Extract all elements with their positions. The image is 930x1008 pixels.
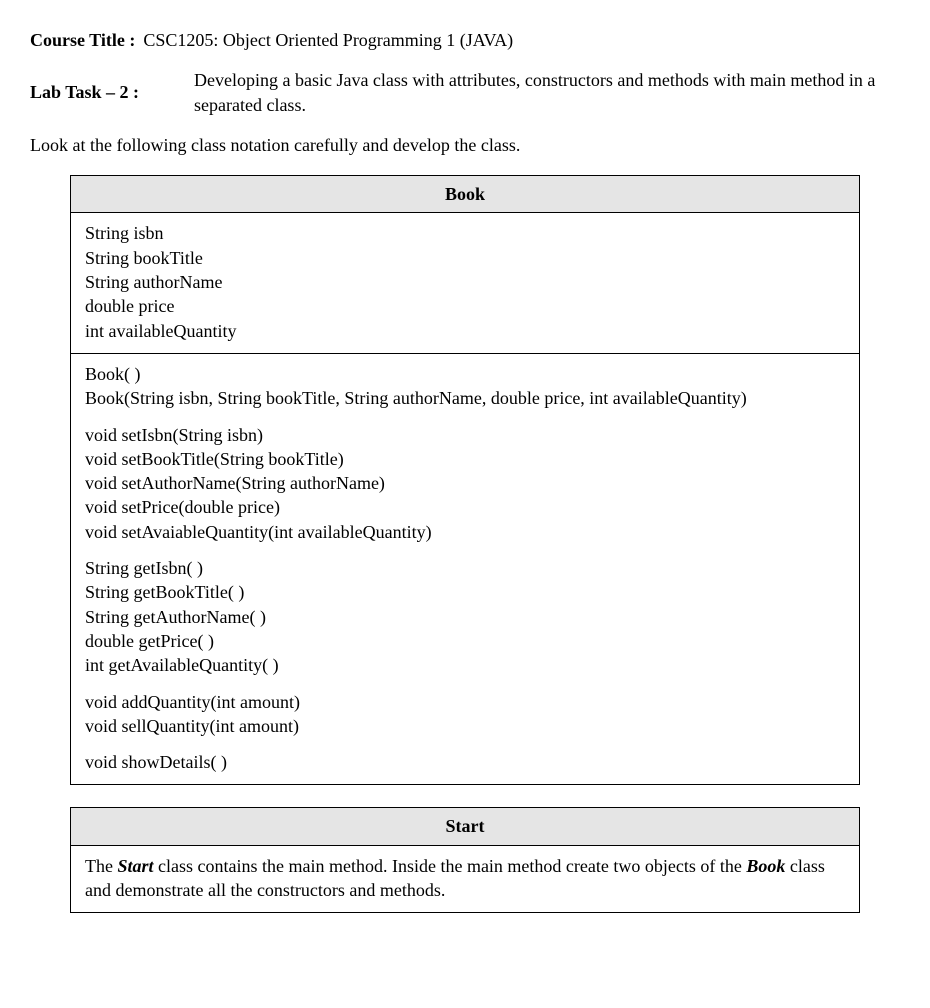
start-table-wrap: Start The Start class contains the main … — [30, 807, 900, 913]
book-attribute: String bookTitle — [85, 246, 845, 270]
course-title-row: Course Title : CSC1205: Object Oriented … — [30, 28, 900, 52]
book-table-title: Book — [71, 176, 860, 213]
book-attributes-cell: String isbn String bookTitle String auth… — [71, 213, 860, 353]
lab-task-row: Lab Task – 2 : Developing a basic Java c… — [30, 68, 900, 117]
course-title-label: Course Title : — [30, 28, 135, 52]
book-table-wrap: Book String isbn String bookTitle String… — [30, 175, 900, 785]
book-setter: void setIsbn(String isbn) — [85, 423, 845, 447]
book-setter: void setAuthorName(String authorName) — [85, 471, 845, 495]
start-body-prefix: The — [85, 856, 117, 876]
book-getter: String getBookTitle( ) — [85, 580, 845, 604]
start-body-mid1: class contains the main method. Inside t… — [154, 856, 747, 876]
instruction-text: Look at the following class notation car… — [30, 133, 900, 157]
book-getters-group: String getIsbn( ) String getBookTitle( )… — [85, 556, 845, 677]
book-getter: String getAuthorName( ) — [85, 605, 845, 629]
book-getter: int getAvailableQuantity( ) — [85, 653, 845, 677]
lab-task-description: Developing a basic Java class with attri… — [194, 68, 900, 117]
book-display-group: void showDetails( ) — [85, 750, 845, 774]
book-uml-table: Book String isbn String bookTitle String… — [70, 175, 860, 785]
book-setters-group: void setIsbn(String isbn) void setBookTi… — [85, 423, 845, 544]
lab-task-label: Lab Task – 2 : — [30, 80, 180, 104]
book-constructors-group: Book( ) Book(String isbn, String bookTit… — [85, 362, 845, 411]
book-display-method: void showDetails( ) — [85, 750, 845, 774]
book-setter: void setBookTitle(String bookTitle) — [85, 447, 845, 471]
book-attribute: double price — [85, 294, 845, 318]
book-setter: void setAvaiableQuantity(int availableQu… — [85, 520, 845, 544]
book-getter: String getIsbn( ) — [85, 556, 845, 580]
book-operation: void addQuantity(int amount) — [85, 690, 845, 714]
book-getter: double getPrice( ) — [85, 629, 845, 653]
start-body-bold1: Start — [117, 856, 153, 876]
book-operation: void sellQuantity(int amount) — [85, 714, 845, 738]
book-attribute: String isbn — [85, 221, 845, 245]
book-attribute: int availableQuantity — [85, 319, 845, 343]
start-body-bold2: Book — [746, 856, 785, 876]
book-setter: void setPrice(double price) — [85, 495, 845, 519]
start-table-title: Start — [71, 808, 860, 845]
start-uml-table: Start The Start class contains the main … — [70, 807, 860, 913]
book-constructor: Book(String isbn, String bookTitle, Stri… — [85, 386, 845, 410]
book-attribute: String authorName — [85, 270, 845, 294]
book-operations-group: void addQuantity(int amount) void sellQu… — [85, 690, 845, 739]
book-methods-cell: Book( ) Book(String isbn, String bookTit… — [71, 353, 860, 784]
book-attributes-group: String isbn String bookTitle String auth… — [85, 221, 845, 342]
course-title-value: CSC1205: Object Oriented Programming 1 (… — [143, 28, 513, 52]
book-constructor: Book( ) — [85, 362, 845, 386]
start-body-cell: The Start class contains the main method… — [71, 845, 860, 913]
